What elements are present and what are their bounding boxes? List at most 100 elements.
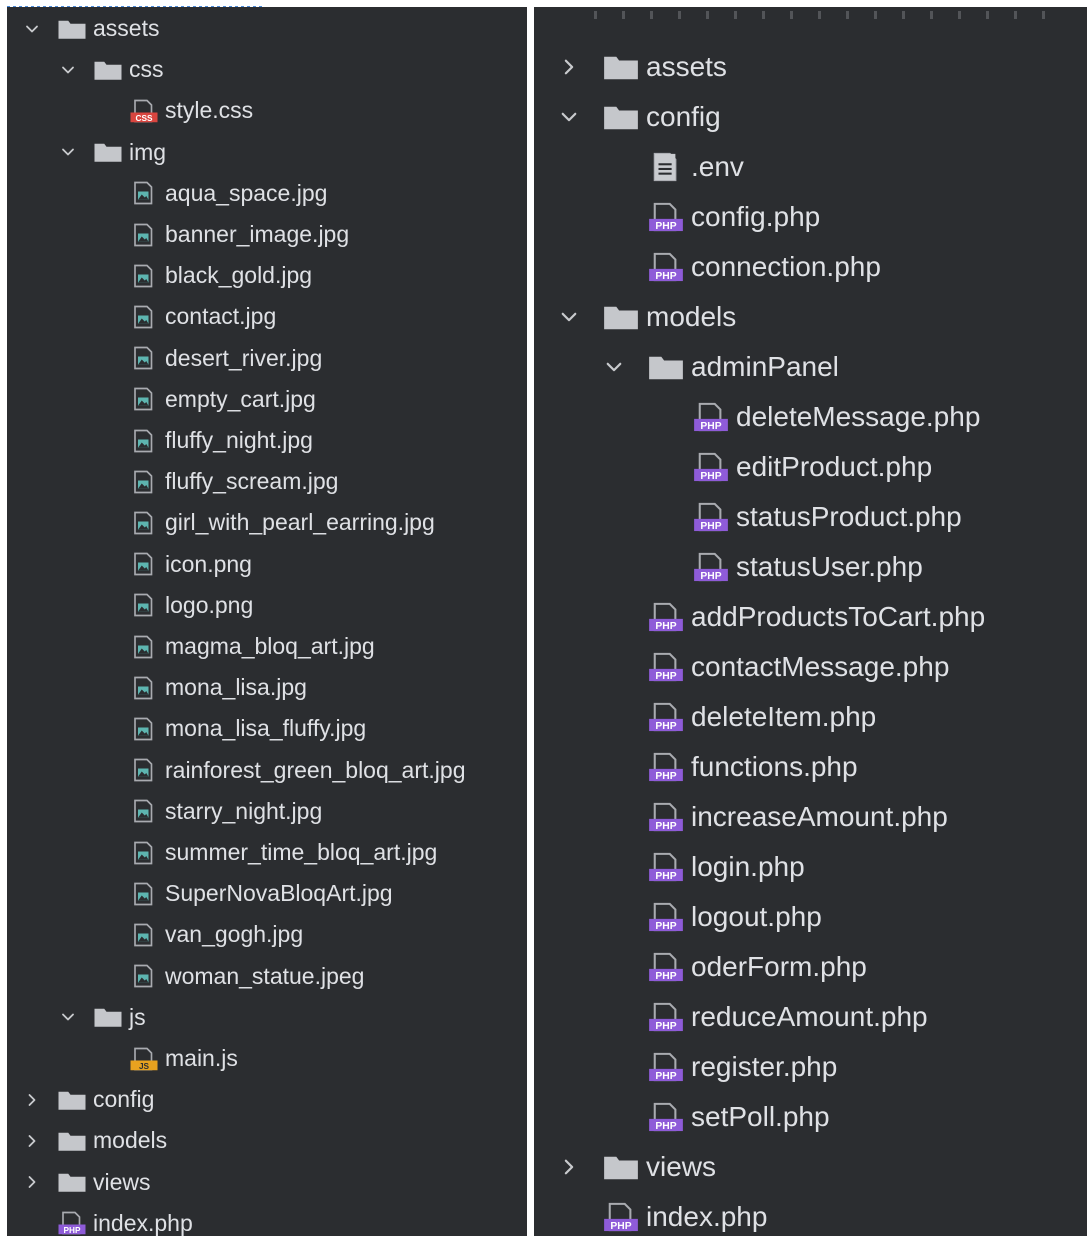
- tree-file-node[interactable]: PHP addProductsToCart.php: [534, 592, 1087, 642]
- image-file-icon: [129, 676, 159, 700]
- tree-folder-node[interactable]: adminPanel: [534, 342, 1087, 392]
- tree-file-node[interactable]: contact.jpg: [7, 296, 527, 337]
- text-file-icon: [647, 152, 685, 182]
- tree-node-label: .env: [691, 151, 744, 182]
- tree-folder-node[interactable]: views: [7, 1162, 527, 1203]
- tree-file-node[interactable]: SuperNovaBloqArt.jpg: [7, 873, 527, 914]
- tree-file-node[interactable]: fluffy_scream.jpg: [7, 461, 527, 502]
- image-file-icon: [129, 717, 159, 741]
- tree-file-node[interactable]: PHP config.php: [534, 192, 1087, 242]
- svg-text:PHP: PHP: [700, 571, 721, 582]
- folder-icon: [647, 352, 685, 382]
- chevron-right-icon[interactable]: [17, 1092, 47, 1108]
- chevron-right-icon[interactable]: [17, 1174, 47, 1190]
- tree-node-label: main.js: [165, 1045, 238, 1071]
- tree-node-label: rainforest_green_bloq_art.jpg: [165, 756, 466, 783]
- image-file-icon: [129, 923, 159, 947]
- tree-file-node[interactable]: icon.png: [7, 544, 527, 585]
- tree-file-node[interactable]: mona_lisa.jpg: [7, 667, 527, 708]
- tree-folder-node[interactable]: css: [7, 49, 527, 90]
- tree-file-node[interactable]: PHP increaseAmount.php: [534, 792, 1087, 842]
- svg-text:PHP: PHP: [655, 871, 676, 882]
- tree-node-label: aqua_space.jpg: [165, 179, 328, 206]
- tree-folder-node[interactable]: img: [7, 132, 527, 173]
- tree-node-label: config: [93, 1086, 155, 1113]
- image-file-icon: [129, 593, 159, 617]
- chevron-right-icon[interactable]: [17, 1133, 47, 1149]
- chevron-right-icon[interactable]: [552, 57, 586, 77]
- tree-file-node[interactable]: magma_bloq_art.jpg: [7, 626, 527, 667]
- tree-file-node[interactable]: girl_with_pearl_earring.jpg: [7, 502, 527, 543]
- tree-file-node[interactable]: .env: [534, 142, 1087, 192]
- tree-node-label: contactMessage.php: [691, 651, 950, 682]
- tree-file-node[interactable]: desert_river.jpg: [7, 338, 527, 379]
- tree-node-label: increaseAmount.php: [691, 801, 948, 832]
- tree-folder-node[interactable]: views: [534, 1142, 1087, 1192]
- chevron-down-icon[interactable]: [53, 62, 83, 78]
- tree-file-node[interactable]: PHP deleteMessage.php: [534, 392, 1087, 442]
- php-file-icon: PHP: [647, 1102, 685, 1132]
- tree-file-node[interactable]: PHP editProduct.php: [534, 442, 1087, 492]
- php-file-icon: PHP: [692, 502, 730, 532]
- tree-file-node[interactable]: PHP login.php: [534, 842, 1087, 892]
- tree-file-node[interactable]: aqua_space.jpg: [7, 173, 527, 214]
- folder-icon: [93, 58, 123, 82]
- tree-folder-node[interactable]: config: [7, 1079, 527, 1120]
- tree-file-node[interactable]: banner_image.jpg: [7, 214, 527, 255]
- chevron-down-icon[interactable]: [53, 144, 83, 160]
- tree-file-node[interactable]: fluffy_night.jpg: [7, 420, 527, 461]
- tree-file-node[interactable]: PHP logout.php: [534, 892, 1087, 942]
- tree-file-node[interactable]: PHP oderForm.php: [534, 942, 1087, 992]
- chevron-down-icon[interactable]: [552, 107, 586, 127]
- tree-node-label: magma_bloq_art.jpg: [165, 633, 375, 659]
- tree-file-node[interactable]: PHP setPoll.php: [534, 1092, 1087, 1142]
- tree-file-node[interactable]: PHP reduceAmount.php: [534, 992, 1087, 1042]
- tree-file-node[interactable]: woman_statue.jpeg: [7, 956, 527, 997]
- tree-file-node[interactable]: PHP register.php: [534, 1042, 1087, 1092]
- tree-file-node[interactable]: PHP connection.php: [534, 242, 1087, 292]
- tree-node-label: logo.png: [165, 591, 254, 618]
- chevron-right-icon[interactable]: [552, 1157, 586, 1177]
- tree-folder-node[interactable]: js: [7, 997, 527, 1038]
- tree-file-node[interactable]: rainforest_green_bloq_art.jpg: [7, 750, 527, 791]
- tree-folder-node[interactable]: assets: [7, 8, 527, 49]
- tree-file-node[interactable]: mona_lisa_fluffy.jpg: [7, 708, 527, 749]
- tree-folder-node[interactable]: models: [7, 1120, 527, 1161]
- tree-file-node[interactable]: PHP index.php: [7, 1203, 527, 1236]
- php-file-icon: PHP: [602, 1202, 640, 1232]
- tree-file-node[interactable]: PHP statusProduct.php: [534, 492, 1087, 542]
- chevron-down-icon[interactable]: [597, 357, 631, 377]
- tree-node-label: girl_with_pearl_earring.jpg: [165, 509, 435, 536]
- folder-icon: [57, 1129, 87, 1153]
- image-file-icon: [129, 264, 159, 288]
- svg-text:PHP: PHP: [655, 271, 676, 282]
- tree-node-label: editProduct.php: [736, 451, 933, 482]
- svg-text:PHP: PHP: [64, 1226, 81, 1235]
- tree-file-node[interactable]: van_gogh.jpg: [7, 914, 527, 955]
- folder-icon: [602, 102, 640, 132]
- image-file-icon: [129, 552, 159, 576]
- chevron-down-icon[interactable]: [552, 307, 586, 327]
- tree-node-label: views: [646, 1151, 717, 1182]
- chevron-down-icon[interactable]: [53, 1009, 83, 1025]
- tree-file-node[interactable]: PHP functions.php: [534, 742, 1087, 792]
- image-file-icon: [129, 305, 159, 329]
- tree-file-node[interactable]: empty_cart.jpg: [7, 379, 527, 420]
- tree-file-node[interactable]: JS main.js: [7, 1038, 527, 1079]
- tree-folder-node[interactable]: assets: [534, 42, 1087, 92]
- chevron-down-icon[interactable]: [17, 21, 47, 37]
- tree-node-label: setPoll.php: [691, 1101, 830, 1132]
- tree-file-node[interactable]: PHP statusUser.php: [534, 542, 1087, 592]
- tree-file-node[interactable]: summer_time_bloq_art.jpg: [7, 832, 527, 873]
- tree-file-node[interactable]: black_gold.jpg: [7, 255, 527, 296]
- tree-folder-node[interactable]: config: [534, 92, 1087, 142]
- tree-node-label: icon.png: [165, 550, 252, 577]
- tree-file-node[interactable]: CSS style.css: [7, 90, 527, 131]
- tree-file-node[interactable]: PHP contactMessage.php: [534, 642, 1087, 692]
- tree-file-node[interactable]: PHP deleteItem.php: [534, 692, 1087, 742]
- php-file-icon: PHP: [647, 202, 685, 232]
- tree-folder-node[interactable]: models: [534, 292, 1087, 342]
- tree-file-node[interactable]: PHP index.php: [534, 1192, 1087, 1236]
- tree-file-node[interactable]: starry_night.jpg: [7, 791, 527, 832]
- tree-file-node[interactable]: logo.png: [7, 585, 527, 626]
